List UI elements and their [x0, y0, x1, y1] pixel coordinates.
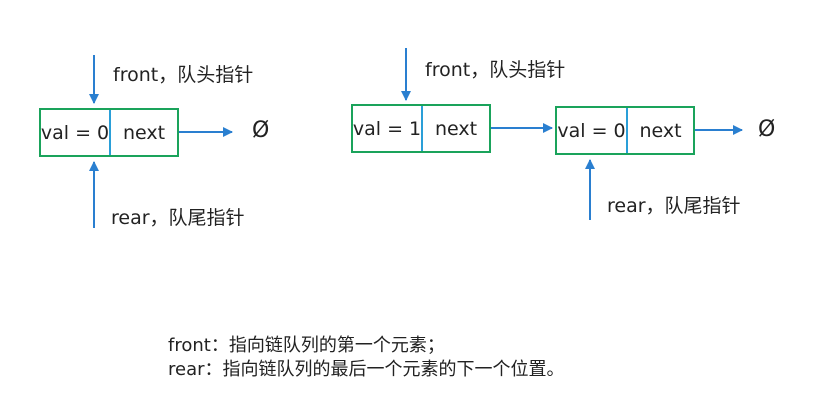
left-null-symbol: Ø	[252, 118, 270, 143]
left-node: val = 0 next	[39, 108, 179, 157]
right-null-symbol: Ø	[758, 117, 776, 142]
notes-line-front: front：指向链队列的第一个元素；	[168, 335, 445, 356]
left-node-val: val = 0	[40, 121, 110, 144]
left-rear-label: rear，队尾指针	[111, 207, 245, 229]
notes-block: front：指向链队列的第一个元素； rear：指向链队列的最后一个元素的下一个…	[168, 334, 565, 382]
right-rear-label: rear，队尾指针	[607, 195, 741, 217]
right-node-2: val = 0 next	[555, 106, 695, 155]
right-node-1: val = 1 next	[351, 104, 491, 153]
right-node-1-val: val = 1	[352, 117, 422, 140]
right-node-1-next: next	[434, 117, 478, 140]
right-node-2-val: val = 0	[557, 119, 626, 142]
notes-line-rear: rear：指向链队列的最后一个元素的下一个位置。	[168, 359, 565, 380]
left-front-label: front，队头指针	[113, 64, 254, 86]
right-front-label: front，队头指针	[425, 59, 566, 81]
right-node-2-next: next	[639, 119, 682, 142]
left-node-next: next	[122, 121, 166, 144]
